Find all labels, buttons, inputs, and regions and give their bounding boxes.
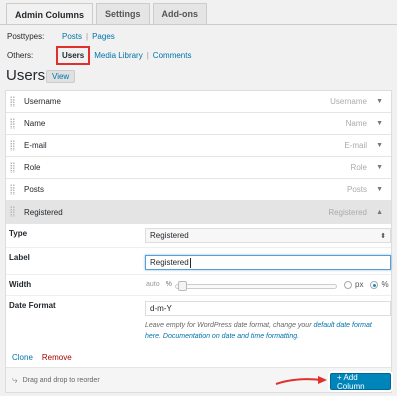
column-row-role[interactable]: Role Role ▼ [6,157,391,179]
slider-handle[interactable] [178,281,187,291]
column-row-username[interactable]: Username Username ▼ [6,91,391,113]
drag-grip-icon[interactable] [10,162,15,173]
date-format-label: Date Format [9,301,56,310]
nav-tabs: Admin Columns Settings Add-ons [6,3,208,25]
drag-grip-icon[interactable] [10,96,15,107]
columns-panel: Username Username ▼ Name Name ▼ E-mail E… [5,90,392,393]
red-arrow-annotation [275,376,327,385]
tabs-divider [0,24,397,25]
posttypes-label: Posttypes: [7,32,45,41]
triangle-up-icon[interactable]: ▲ [376,209,383,216]
column-label: Name [345,119,367,128]
column-name: E-mail [24,141,47,150]
help-text: Leave empty for WordPress date format, c… [145,322,314,329]
select-arrows-icon: ⬍ [380,232,386,240]
page-title: Users [6,67,46,84]
view-button[interactable]: View [46,70,76,83]
separator: | [146,51,149,60]
posttypes-row: Posttypes: Posts | Pages [7,32,115,41]
unit-percent-label: % [381,280,389,289]
column-row-registered[interactable]: Registered Registered ▲ [6,201,391,224]
unit-px-label: px [355,280,364,289]
column-name: Posts [24,185,45,194]
triangle-down-icon[interactable]: ▼ [376,98,383,105]
column-name: Registered [24,207,63,217]
drag-grip-icon[interactable] [10,118,15,129]
panel-footer: ⤷ Drag and drop to reorder + Add Column [6,367,391,392]
tab-add-ons[interactable]: Add-ons [152,3,208,24]
text-caret [189,257,191,268]
others-row: Others: Users Media Library | Comments [7,46,191,65]
width-slider[interactable] [175,284,337,289]
label-value: Registered [150,258,189,267]
column-label: E-mail [344,141,367,150]
column-name: Role [24,163,41,172]
column-name: Username [24,97,61,106]
help-text: . [297,333,300,340]
tab-admin-columns[interactable]: Admin Columns [6,3,93,25]
column-label: Username [330,97,367,106]
width-auto: auto [146,281,160,288]
date-format-help: Leave empty for WordPress date format, c… [145,320,389,342]
type-value: Registered [150,231,189,240]
curved-arrow-icon: ⤷ [12,375,18,386]
link-pages[interactable]: Pages [92,32,115,41]
documentation-link[interactable]: Documentation on date and time formattin… [163,333,297,340]
type-label: Type [9,229,28,238]
width-percent-sign: % [165,281,172,288]
type-select[interactable]: Registered ⬍ [145,228,391,243]
column-actions: Clone Remove [12,353,72,362]
others-label: Others: [7,51,34,60]
width-label: Width [9,280,32,289]
reorder-hint: ⤷ Drag and drop to reorder [12,375,100,386]
remove-link[interactable]: Remove [42,353,72,362]
column-row-posts[interactable]: Posts Posts ▼ [6,179,391,201]
radio-px[interactable] [344,280,352,289]
triangle-down-icon[interactable]: ▼ [376,142,383,149]
column-label: Registered [328,207,367,217]
reorder-text: Drag and drop to reorder [22,377,100,384]
tab-settings[interactable]: Settings [96,3,150,24]
link-comments[interactable]: Comments [153,51,192,60]
column-row-name[interactable]: Name Name ▼ [6,113,391,135]
width-input[interactable]: auto % [146,281,172,288]
radio-percent[interactable] [370,280,379,289]
width-unit-options: px % [344,280,389,289]
separator: | [86,32,89,41]
drag-grip-icon[interactable] [10,140,15,151]
column-label: Posts [346,185,367,194]
current-type-highlight: Users [56,46,91,65]
date-format-value: d-m-Y [150,304,172,313]
triangle-down-icon[interactable]: ▼ [376,164,383,171]
link-media-library[interactable]: Media Library [94,51,142,60]
column-label: Role [350,163,367,172]
drag-grip-icon[interactable] [10,184,15,195]
add-column-button[interactable]: + Add Column [330,373,391,391]
label-label: Label [9,253,30,262]
setting-type: Type Registered ⬍ [6,224,391,248]
date-format-input[interactable]: d-m-Y [145,301,391,316]
drag-grip-icon[interactable] [10,206,15,217]
setting-width: Width auto % px % [6,275,391,296]
setting-label: Label Registered [6,248,391,275]
clone-link[interactable]: Clone [12,353,33,362]
link-posts[interactable]: Posts [62,32,82,41]
label-input[interactable]: Registered [145,255,391,270]
triangle-down-icon[interactable]: ▼ [376,186,383,193]
column-row-email[interactable]: E-mail E-mail ▼ [6,135,391,157]
link-users-current[interactable]: Users [62,51,84,60]
triangle-down-icon[interactable]: ▼ [376,120,383,127]
column-name: Name [24,119,46,128]
setting-date-format: Date Format d-m-Y Leave empty for WordPr… [6,296,391,347]
